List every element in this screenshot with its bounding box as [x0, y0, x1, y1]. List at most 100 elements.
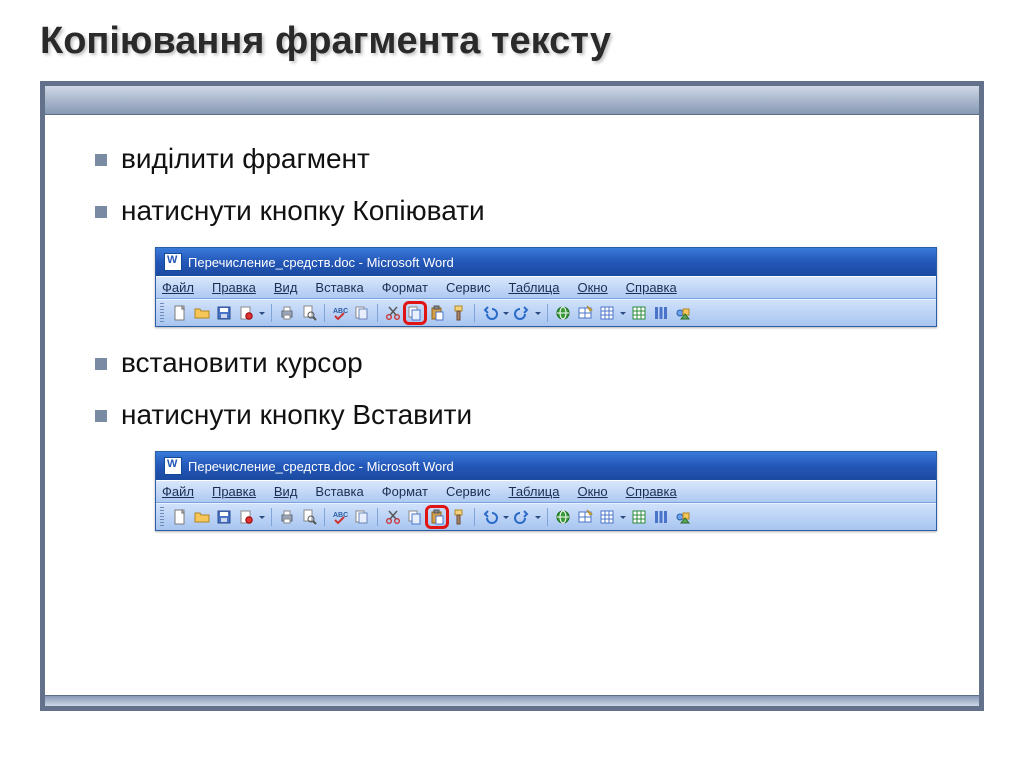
word-app-icon [164, 253, 182, 271]
drawing-icon[interactable] [673, 507, 693, 527]
cut-icon[interactable] [383, 303, 403, 323]
new-doc-icon[interactable] [170, 507, 190, 527]
columns-icon[interactable] [651, 303, 671, 323]
print-icon[interactable] [277, 507, 297, 527]
toolbar-separator [324, 508, 325, 526]
toolbar-separator [547, 304, 548, 322]
bullet-marker-icon [95, 358, 107, 370]
word-window-copy: Перечисление_средств.doc - Microsoft Wor… [155, 247, 937, 327]
dropdown-arrow-icon[interactable] [258, 507, 266, 527]
dropdown-arrow-icon[interactable] [619, 507, 627, 527]
svg-text:ABC: ABC [333, 512, 348, 519]
bullet-marker-icon [95, 206, 107, 218]
menu-window[interactable]: Окно [577, 280, 607, 295]
word-doc-title: Перечисление_средств.doc - Microsoft Wor… [188, 255, 454, 270]
menu-file[interactable]: Файл [162, 484, 194, 499]
paste-icon[interactable] [427, 303, 447, 323]
drawing-icon[interactable] [673, 303, 693, 323]
dropdown-arrow-icon[interactable] [502, 507, 510, 527]
copy-icon[interactable] [405, 507, 425, 527]
word-window-paste: Перечисление_средств.doc - Microsoft Wor… [155, 451, 937, 531]
bullet-2-text: натиснути кнопку Копіювати [121, 195, 485, 227]
menu-service[interactable]: Сервис [446, 280, 491, 295]
columns-icon[interactable] [651, 507, 671, 527]
bullet-4: натиснути кнопку Вставити [95, 399, 939, 431]
menu-help[interactable]: Справка [626, 484, 677, 499]
bullet-2: натиснути кнопку Копіювати [95, 195, 939, 227]
insert-table-icon[interactable] [597, 303, 617, 323]
bullet-marker-icon [95, 410, 107, 422]
menu-edit[interactable]: Правка [212, 280, 256, 295]
bullet-3: встановити курсор [95, 347, 939, 379]
dropdown-arrow-icon[interactable] [619, 303, 627, 323]
spelling-icon[interactable]: ABC [330, 303, 350, 323]
redo-icon[interactable] [512, 303, 532, 323]
menu-format[interactable]: Формат [382, 280, 428, 295]
toolbar-separator [324, 304, 325, 322]
menu-file[interactable]: Файл [162, 280, 194, 295]
dropdown-arrow-icon[interactable] [534, 507, 542, 527]
hyperlink-icon[interactable] [553, 507, 573, 527]
format-painter-icon[interactable] [449, 507, 469, 527]
copy-icon[interactable] [405, 303, 425, 323]
menu-table[interactable]: Таблица [508, 484, 559, 499]
save-icon[interactable] [214, 303, 234, 323]
undo-icon[interactable] [480, 303, 500, 323]
toolbar-separator [474, 508, 475, 526]
toolbar-grip-icon [160, 303, 164, 323]
permission-icon[interactable] [236, 507, 256, 527]
print-preview-icon[interactable] [299, 303, 319, 323]
menu-table[interactable]: Таблица [508, 280, 559, 295]
new-doc-icon[interactable] [170, 303, 190, 323]
word-titlebar: Перечисление_средств.doc - Microsoft Wor… [156, 452, 936, 480]
dropdown-arrow-icon[interactable] [534, 303, 542, 323]
tables-borders-icon[interactable] [575, 507, 595, 527]
open-icon[interactable] [192, 303, 212, 323]
menu-help[interactable]: Справка [626, 280, 677, 295]
slide-title: Копіювання фрагмента тексту [40, 20, 984, 63]
format-painter-icon[interactable] [449, 303, 469, 323]
word-menubar: Файл Правка Вид Вставка Формат Сервис Та… [156, 480, 936, 503]
undo-icon[interactable] [480, 507, 500, 527]
word-toolbar: ABC [156, 299, 936, 326]
menu-service[interactable]: Сервис [446, 484, 491, 499]
cut-icon[interactable] [383, 507, 403, 527]
redo-icon[interactable] [512, 507, 532, 527]
bullet-4-text: натиснути кнопку Вставити [121, 399, 472, 431]
toolbar-separator [547, 508, 548, 526]
bullet-3-text: встановити курсор [121, 347, 363, 379]
spelling-icon[interactable]: ABC [330, 507, 350, 527]
print-icon[interactable] [277, 303, 297, 323]
toolbar-separator [271, 508, 272, 526]
research-icon[interactable] [352, 507, 372, 527]
excel-icon[interactable] [629, 507, 649, 527]
menu-edit[interactable]: Правка [212, 484, 256, 499]
menu-insert[interactable]: Вставка [315, 280, 363, 295]
toolbar-separator [377, 508, 378, 526]
paste-icon[interactable] [427, 507, 447, 527]
content-frame: виділити фрагмент натиснути кнопку Копію… [40, 81, 984, 711]
open-icon[interactable] [192, 507, 212, 527]
word-menubar: Файл Правка Вид Вставка Формат Сервис Та… [156, 276, 936, 299]
tables-borders-icon[interactable] [575, 303, 595, 323]
toolbar-separator [271, 304, 272, 322]
print-preview-icon[interactable] [299, 507, 319, 527]
insert-table-icon[interactable] [597, 507, 617, 527]
frame-top-bar [45, 86, 979, 115]
dropdown-arrow-icon[interactable] [258, 303, 266, 323]
hyperlink-icon[interactable] [553, 303, 573, 323]
toolbar-separator [377, 304, 378, 322]
menu-insert[interactable]: Вставка [315, 484, 363, 499]
word-toolbar: ABC [156, 503, 936, 530]
menu-format[interactable]: Формат [382, 484, 428, 499]
menu-view[interactable]: Вид [274, 484, 298, 499]
svg-text:ABC: ABC [333, 308, 348, 315]
menu-window[interactable]: Окно [577, 484, 607, 499]
toolbar-separator [474, 304, 475, 322]
save-icon[interactable] [214, 507, 234, 527]
permission-icon[interactable] [236, 303, 256, 323]
excel-icon[interactable] [629, 303, 649, 323]
dropdown-arrow-icon[interactable] [502, 303, 510, 323]
menu-view[interactable]: Вид [274, 280, 298, 295]
research-icon[interactable] [352, 303, 372, 323]
